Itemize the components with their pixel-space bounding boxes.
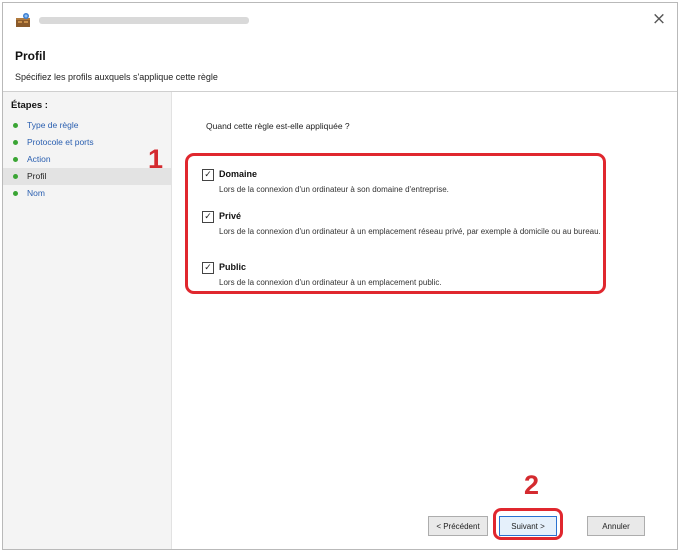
green-dot-icon bbox=[13, 191, 18, 196]
previous-button[interactable]: < Précédent bbox=[428, 516, 488, 536]
steps-heading: Étapes : bbox=[11, 100, 48, 111]
sidebar-item-protocol-ports[interactable]: Protocole et ports bbox=[3, 134, 171, 151]
wizard-window: × Profil Spécifiez les profils auxquels … bbox=[2, 2, 678, 550]
profile-description: Lors de la connexion d'un ordinateur à u… bbox=[219, 278, 442, 287]
cancel-button[interactable]: Annuler bbox=[587, 516, 645, 536]
profile-name: Privé bbox=[219, 211, 242, 221]
title-bar: × bbox=[3, 3, 677, 35]
window-title-redacted bbox=[39, 17, 249, 24]
private-checkbox[interactable]: ✓ bbox=[202, 211, 214, 223]
main-content: Quand cette règle est-elle appliquée ? ✓… bbox=[148, 92, 677, 549]
next-button[interactable]: Suivant > bbox=[499, 516, 557, 536]
sidebar-item-label: Protocole et ports bbox=[27, 137, 94, 147]
profile-description: Lors de la connexion d'un ordinateur à s… bbox=[219, 185, 449, 194]
sidebar-item-rule-type[interactable]: Type de règle bbox=[3, 117, 171, 134]
profile-name: Domaine bbox=[219, 169, 258, 179]
sidebar-item-label: Type de règle bbox=[27, 120, 79, 130]
steps-sidebar: Étapes : Type de règle Protocole et port… bbox=[3, 92, 172, 549]
page-header: Profil Spécifiez les profils auxquels s'… bbox=[3, 37, 677, 92]
sidebar-item-name[interactable]: Nom bbox=[3, 185, 171, 202]
sidebar-item-label: Profil bbox=[27, 171, 47, 181]
green-dot-icon bbox=[13, 157, 18, 162]
close-icon[interactable]: × bbox=[647, 7, 671, 31]
public-checkbox[interactable]: ✓ bbox=[202, 262, 214, 274]
firewall-icon bbox=[16, 13, 30, 27]
question-text: Quand cette règle est-elle appliquée ? bbox=[206, 121, 350, 131]
profile-name: Public bbox=[219, 262, 247, 272]
page-description: Spécifiez les profils auxquels s'appliqu… bbox=[15, 72, 218, 82]
profile-description: Lors de la connexion d'un ordinateur à u… bbox=[219, 227, 601, 236]
domain-checkbox[interactable]: ✓ bbox=[202, 169, 214, 181]
sidebar-item-label: Nom bbox=[27, 188, 45, 198]
page-title: Profil bbox=[15, 49, 46, 63]
sidebar-item-profile[interactable]: Profil bbox=[3, 168, 171, 185]
green-dot-icon bbox=[13, 123, 18, 128]
annotation-step-2: 2 bbox=[524, 470, 540, 500]
sidebar-item-action[interactable]: Action bbox=[3, 151, 171, 168]
green-dot-icon bbox=[13, 174, 18, 179]
sidebar-item-label: Action bbox=[27, 154, 51, 164]
green-dot-icon bbox=[13, 140, 18, 145]
annotation-step-1: 1 bbox=[148, 144, 164, 174]
